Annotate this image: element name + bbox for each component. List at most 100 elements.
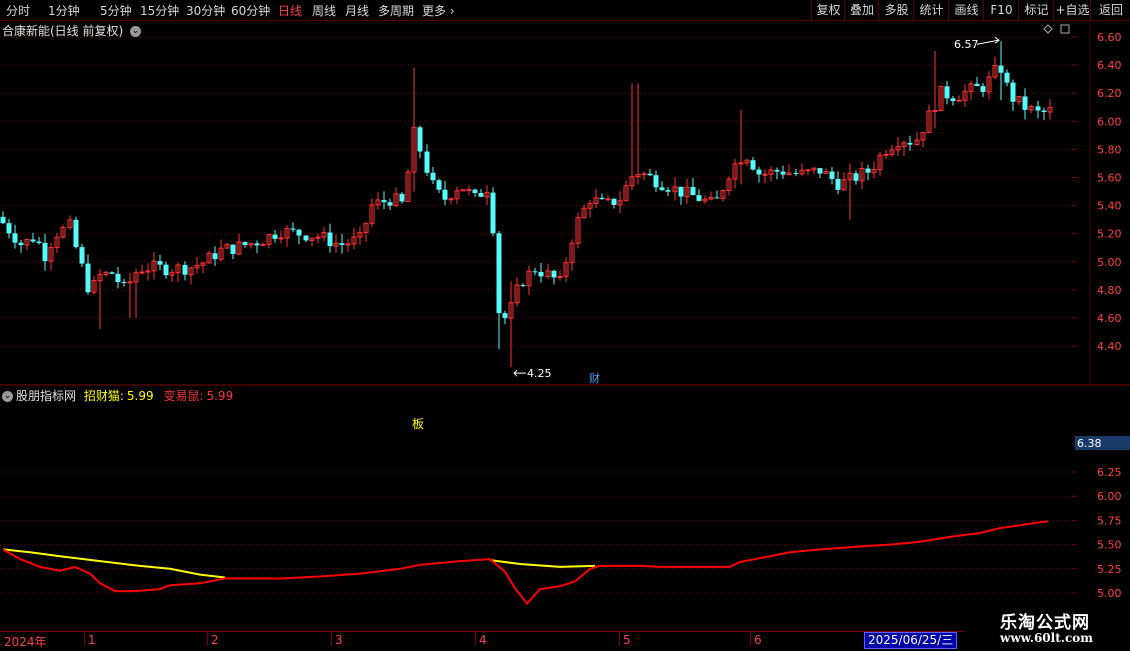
candle bbox=[714, 190, 720, 199]
candle bbox=[200, 261, 206, 274]
candle bbox=[357, 226, 363, 246]
candle bbox=[18, 239, 24, 253]
candle-body bbox=[442, 189, 448, 200]
candle bbox=[484, 185, 490, 206]
candle bbox=[526, 265, 532, 296]
candle bbox=[563, 257, 569, 282]
candle-body bbox=[73, 219, 79, 248]
indicator-tick-label: 5.25 bbox=[1097, 563, 1122, 576]
candle bbox=[901, 140, 907, 156]
stock-title: 合康新能(日线 前复权) ⌄ bbox=[2, 22, 142, 39]
candle bbox=[635, 83, 641, 185]
candle bbox=[1022, 88, 1028, 120]
candle-body bbox=[599, 197, 605, 200]
price-tick-label: 6.40 bbox=[1097, 59, 1122, 72]
candle bbox=[847, 163, 853, 220]
candle-body bbox=[230, 244, 236, 255]
candle-body bbox=[950, 98, 956, 101]
candle bbox=[182, 261, 188, 281]
candle bbox=[665, 187, 671, 196]
candle-body bbox=[212, 253, 218, 260]
candle bbox=[508, 281, 514, 368]
candle bbox=[817, 168, 823, 178]
candle bbox=[726, 176, 732, 196]
candle bbox=[411, 67, 417, 192]
candle bbox=[212, 246, 218, 267]
kline-chart-canvas[interactable]: 6.60 6.40 6.20 6.00 5.80 5.60 5.40 5.20 5.00 4.80… bbox=[0, 0, 1130, 650]
candle bbox=[303, 234, 309, 243]
candle bbox=[502, 310, 508, 325]
candle bbox=[871, 161, 877, 179]
candle bbox=[932, 51, 938, 129]
candle bbox=[853, 170, 859, 185]
candle bbox=[1041, 107, 1047, 120]
candle-body bbox=[865, 168, 871, 173]
candle bbox=[678, 186, 684, 205]
candle bbox=[684, 178, 690, 204]
candle-body bbox=[254, 243, 260, 246]
candle bbox=[436, 178, 442, 194]
candle bbox=[296, 228, 302, 245]
candle bbox=[629, 83, 635, 191]
candle bbox=[36, 236, 42, 245]
candle-body bbox=[551, 270, 557, 278]
candle-body bbox=[79, 247, 85, 264]
candle-body bbox=[242, 241, 248, 246]
candle bbox=[732, 158, 738, 189]
candle-body bbox=[42, 242, 48, 262]
candle bbox=[841, 172, 847, 191]
candle bbox=[587, 199, 593, 218]
candle-body bbox=[605, 198, 611, 201]
candle bbox=[460, 189, 466, 192]
indicator-tick-label: 5.00 bbox=[1097, 587, 1122, 600]
candle bbox=[284, 225, 290, 248]
candle-body bbox=[339, 243, 345, 245]
line-zhaocaimao-segment bbox=[489, 559, 596, 568]
candle-body bbox=[303, 235, 309, 241]
candle-body bbox=[690, 187, 696, 196]
candle bbox=[109, 271, 115, 275]
date-label-month-3: 3 bbox=[335, 633, 343, 647]
candle bbox=[877, 151, 883, 176]
candle bbox=[103, 270, 109, 277]
candle bbox=[768, 166, 774, 182]
candle-body bbox=[417, 127, 423, 152]
candle-body bbox=[472, 189, 478, 193]
candle-body bbox=[1010, 82, 1016, 102]
current-value-label: 6.38 bbox=[1077, 437, 1102, 450]
candle bbox=[127, 273, 133, 318]
price-tick-label: 4.40 bbox=[1097, 340, 1122, 353]
date-label-month-6: 6 bbox=[754, 633, 762, 647]
price-tick-label: 4.60 bbox=[1097, 312, 1122, 325]
chevron-down-icon[interactable]: ⌄ bbox=[2, 391, 13, 402]
chevron-down-icon[interactable]: ⌄ bbox=[130, 26, 142, 37]
candle bbox=[883, 149, 889, 159]
candle bbox=[799, 163, 805, 176]
candle bbox=[956, 95, 962, 102]
candle-body bbox=[182, 264, 188, 275]
candle bbox=[24, 238, 30, 250]
candle bbox=[405, 168, 411, 202]
candle-body bbox=[998, 65, 1004, 73]
candle bbox=[85, 254, 91, 295]
candle-body bbox=[780, 171, 786, 175]
candle-body bbox=[835, 178, 841, 190]
price-tick-label: 5.20 bbox=[1097, 228, 1122, 241]
candle-body bbox=[424, 151, 430, 173]
candle-body bbox=[532, 271, 538, 273]
candle bbox=[738, 110, 744, 185]
candle bbox=[708, 191, 714, 201]
watermark-url: www.60lt.com bbox=[1000, 631, 1093, 645]
candle bbox=[593, 188, 599, 209]
candle-body bbox=[611, 198, 617, 205]
date-separator bbox=[619, 632, 620, 646]
candle bbox=[1047, 99, 1053, 120]
low-arrow-icon bbox=[513, 369, 526, 377]
candle-body bbox=[430, 172, 436, 181]
line-bianyishu bbox=[2, 520, 1049, 606]
candle bbox=[163, 261, 169, 279]
indicator-tick-label: 5.75 bbox=[1097, 514, 1122, 527]
candle-body bbox=[647, 173, 653, 176]
candle bbox=[641, 171, 647, 181]
candle bbox=[938, 85, 944, 112]
